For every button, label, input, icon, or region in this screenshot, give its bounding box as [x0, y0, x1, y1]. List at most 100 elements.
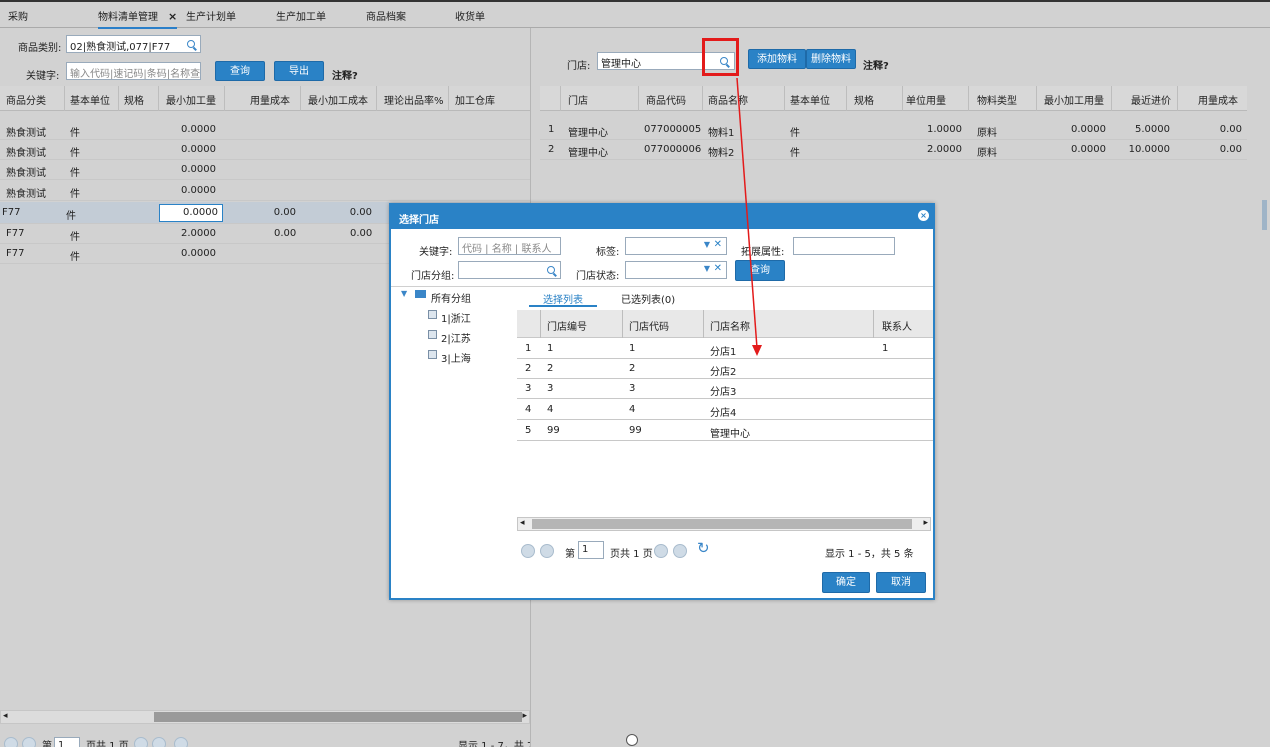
col-header[interactable]: 最小加工成本: [308, 92, 368, 107]
resize-handle[interactable]: [626, 734, 638, 746]
close-icon[interactable]: ×: [918, 210, 929, 221]
next-page-icon[interactable]: [134, 737, 148, 747]
col-header[interactable]: 商品分类: [6, 92, 46, 107]
tab-bom-management[interactable]: 物料清单管理 ×: [98, 8, 178, 29]
chevron-down-icon[interactable]: ▼: [401, 289, 407, 298]
search-icon[interactable]: [187, 40, 195, 48]
page-input[interactable]: 1: [578, 541, 604, 559]
col-header[interactable]: 基本单位: [70, 92, 110, 107]
col-header[interactable]: 加工仓库: [455, 92, 495, 107]
min-qty-edit-input[interactable]: 0.0000: [159, 204, 223, 222]
tab-production-order[interactable]: 生产加工单: [276, 8, 326, 23]
table-row[interactable]: 3 3 3 分店3: [517, 379, 933, 399]
col-header[interactable]: 商品名称: [708, 92, 748, 107]
delete-material-button[interactable]: 删除物料: [806, 49, 856, 69]
note-link[interactable]: 注释?: [332, 67, 358, 82]
tab-purchase[interactable]: 采购: [8, 8, 28, 23]
category-input[interactable]: 02|熟食测试,077|F77: [66, 35, 201, 53]
col-header[interactable]: 商品代码: [646, 92, 686, 107]
refresh-icon[interactable]: ↻: [697, 539, 710, 557]
table-row[interactable]: 1 管理中心 077000005 物料1 件 1.0000 原料 0.0000 …: [540, 120, 1247, 140]
side-handle[interactable]: [1262, 200, 1267, 230]
table-row[interactable]: 2 管理中心 077000006 物料2 件 2.0000 原料 0.0000 …: [540, 140, 1247, 160]
prev-page-icon[interactable]: [540, 544, 554, 558]
col-header[interactable]: 理论出品率%: [384, 92, 444, 107]
chevron-right-icon[interactable]: ▸: [522, 711, 527, 721]
ext-attr-input[interactable]: [793, 237, 895, 255]
chevron-left-icon[interactable]: ◂: [3, 711, 8, 721]
divider: [968, 86, 969, 111]
table-row[interactable]: 4 4 4 分店4: [517, 400, 933, 420]
store-group-input[interactable]: [458, 261, 561, 279]
page-input[interactable]: 1: [54, 737, 80, 747]
chevron-down-icon[interactable]: ▼: [704, 264, 710, 273]
keyword-input[interactable]: 输入代码|速记码|条码|名称查询: [66, 62, 201, 80]
tree-item[interactable]: 2|江苏: [441, 330, 471, 345]
col-header[interactable]: 规格: [124, 92, 144, 107]
col-header[interactable]: 规格: [854, 92, 874, 107]
dialog-query-button[interactable]: 查询: [735, 260, 785, 281]
tab-production-plan[interactable]: 生产计划单: [186, 8, 236, 23]
col-header[interactable]: 联系人: [882, 318, 912, 333]
search-icon[interactable]: [547, 266, 555, 274]
col-header[interactable]: 最近进价: [1131, 92, 1171, 107]
first-page-icon[interactable]: [521, 544, 535, 558]
tag-select[interactable]: ▼ ✕: [625, 237, 727, 255]
table-row[interactable]: 5 99 99 管理中心: [517, 421, 933, 441]
tab-product-archive[interactable]: 商品档案: [366, 8, 406, 23]
horizontal-scrollbar[interactable]: ◂ ▸: [0, 710, 530, 724]
cell-store-number: 2: [547, 363, 554, 374]
col-header[interactable]: 用量成本: [1198, 92, 1238, 107]
col-header[interactable]: 门店名称: [710, 318, 750, 333]
scrollbar-thumb[interactable]: [532, 519, 912, 529]
tab-select-list[interactable]: 选择列表: [543, 291, 583, 306]
last-page-icon[interactable]: [152, 737, 166, 747]
cell-price: 5.0000: [1135, 124, 1170, 135]
col-header[interactable]: 门店代码: [629, 318, 669, 333]
tree-root[interactable]: 所有分组: [431, 290, 471, 305]
prev-page-icon[interactable]: [22, 737, 36, 747]
col-header[interactable]: 物料类型: [977, 92, 1017, 107]
table-row[interactable]: 熟食测试 件 0.0000: [0, 160, 530, 180]
tab-selected-list[interactable]: 已选列表(0): [621, 291, 675, 306]
divider: [560, 86, 561, 111]
table-row[interactable]: 熟食测试 件 0.0000: [0, 120, 530, 140]
query-button[interactable]: 查询: [215, 61, 265, 81]
chevron-down-icon[interactable]: ▼: [704, 240, 710, 249]
col-header[interactable]: 门店: [568, 92, 588, 107]
chevron-right-icon[interactable]: ▸: [923, 518, 928, 528]
chevron-left-icon[interactable]: ◂: [520, 518, 525, 528]
horizontal-scrollbar[interactable]: ◂ ▸: [517, 517, 931, 531]
dialog-keyword-input[interactable]: 代码 | 名称 | 联系人: [458, 237, 561, 255]
divider: [638, 86, 639, 111]
next-page-icon[interactable]: [654, 544, 668, 558]
clear-icon[interactable]: ✕: [714, 239, 722, 250]
col-header[interactable]: 门店编号: [547, 318, 587, 333]
col-header[interactable]: 最小加工量: [166, 92, 216, 107]
cell-row-number: 1: [525, 343, 532, 354]
export-button[interactable]: 导出: [274, 61, 324, 81]
table-row[interactable]: 熟食测试 件 0.0000: [0, 181, 530, 201]
clear-icon[interactable]: ✕: [714, 263, 722, 274]
note-link[interactable]: 注释?: [863, 57, 889, 72]
first-page-icon[interactable]: [4, 737, 18, 747]
table-row[interactable]: 熟食测试 件 0.0000: [0, 140, 530, 160]
col-header[interactable]: 最小加工用量: [1044, 92, 1104, 107]
tree-item[interactable]: 1|浙江: [441, 310, 471, 325]
cancel-button[interactable]: 取消: [876, 572, 926, 593]
refresh-icon[interactable]: [174, 737, 188, 747]
col-header[interactable]: 用量成本: [250, 92, 290, 107]
add-material-button[interactable]: 添加物料: [748, 49, 806, 69]
store-status-select[interactable]: ▼ ✕: [625, 261, 727, 279]
col-header[interactable]: 单位用量: [906, 92, 946, 107]
table-row[interactable]: 1 1 1 分店1 1: [517, 339, 933, 359]
scrollbar-thumb[interactable]: [154, 712, 522, 722]
col-header[interactable]: 基本单位: [790, 92, 830, 107]
last-page-icon[interactable]: [673, 544, 687, 558]
tab-receipt[interactable]: 收货单: [455, 8, 485, 23]
close-icon[interactable]: ×: [168, 10, 177, 23]
pager-prefix: 第: [42, 741, 52, 747]
tree-item[interactable]: 3|上海: [441, 350, 471, 365]
table-row[interactable]: 2 2 2 分店2: [517, 359, 933, 379]
confirm-button[interactable]: 确定: [822, 572, 870, 593]
